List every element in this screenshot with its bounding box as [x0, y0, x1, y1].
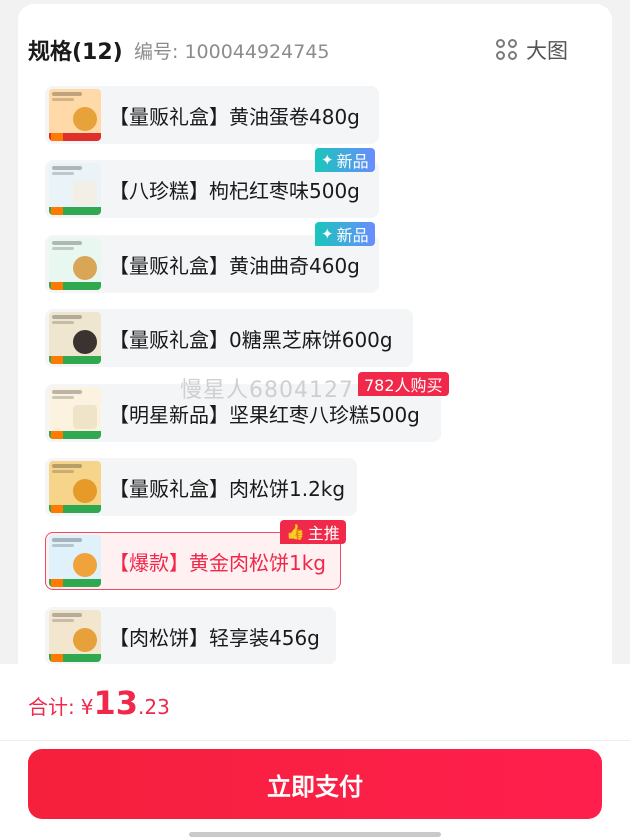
- product-thumbnail: [49, 312, 101, 364]
- price-integer: 13: [93, 684, 139, 722]
- spec-option[interactable]: 【量贩礼盒】肉松饼1.2kg: [45, 458, 357, 516]
- option-label: 【明星新品】坚果红枣八珍糕500g: [109, 402, 420, 427]
- spec-option[interactable]: 【肉松饼】轻享装456g: [45, 607, 336, 665]
- purchase-count-badge: 782人购买: [358, 372, 449, 396]
- recommended-badge-label: 主推: [307, 524, 340, 543]
- price-decimal: .23: [138, 695, 170, 719]
- divider: [0, 740, 630, 741]
- new-badge-label: 新品: [336, 226, 369, 245]
- currency-symbol: ¥: [80, 695, 94, 719]
- big-image-label: 大图: [526, 39, 568, 63]
- option-label: 【量贩礼盒】0糖黑芝麻饼600g: [109, 327, 393, 352]
- product-thumbnail: [49, 89, 101, 141]
- product-thumbnail: [49, 163, 101, 215]
- sku-number: 编号: 100044924745: [134, 41, 330, 63]
- grid-icon: [496, 39, 518, 61]
- spec-option[interactable]: 【量贩礼盒】0糖黑芝麻饼600g: [45, 309, 413, 367]
- recommended-badge: 👍 主推: [280, 520, 346, 544]
- product-thumbnail: [49, 387, 101, 439]
- spec-title: 规格(12): [28, 40, 123, 65]
- new-badge: ✦ 新品: [315, 222, 375, 246]
- product-thumbnail: [49, 461, 101, 513]
- option-label: 【爆款】黄金肉松饼1kg: [109, 550, 327, 575]
- spec-option[interactable]: 【量贩礼盒】黄油蛋卷480g: [45, 86, 379, 144]
- total-price: 合计: ¥ 13 .23: [28, 684, 170, 722]
- big-image-button[interactable]: 大图: [496, 34, 568, 66]
- new-badge: ✦ 新品: [315, 148, 375, 172]
- option-label: 【量贩礼盒】肉松饼1.2kg: [109, 476, 346, 501]
- home-indicator: [189, 832, 441, 837]
- pay-now-button[interactable]: 立即支付: [28, 749, 602, 819]
- new-badge-label: 新品: [336, 152, 369, 171]
- thumbs-up-icon: 👍: [286, 523, 305, 541]
- product-thumbnail: [49, 610, 101, 662]
- spec-header: 规格(12) 编号: 100044924745 大图: [28, 34, 568, 68]
- sparkle-icon: ✦: [321, 151, 334, 169]
- option-label: 【肉松饼】轻享装456g: [109, 625, 320, 650]
- option-label: 【量贩礼盒】黄油曲奇460g: [109, 253, 360, 278]
- total-label: 合计:: [28, 695, 75, 719]
- option-label: 【量贩礼盒】黄油蛋卷480g: [109, 104, 360, 129]
- purchase-count-label: 782人购买: [364, 376, 443, 395]
- option-label: 【八珍糕】枸杞红枣味500g: [109, 178, 360, 203]
- sparkle-icon: ✦: [321, 225, 334, 243]
- product-thumbnail: [49, 535, 101, 587]
- checkout-bar: 合计: ¥ 13 .23 立即支付: [0, 664, 630, 840]
- product-thumbnail: [49, 238, 101, 290]
